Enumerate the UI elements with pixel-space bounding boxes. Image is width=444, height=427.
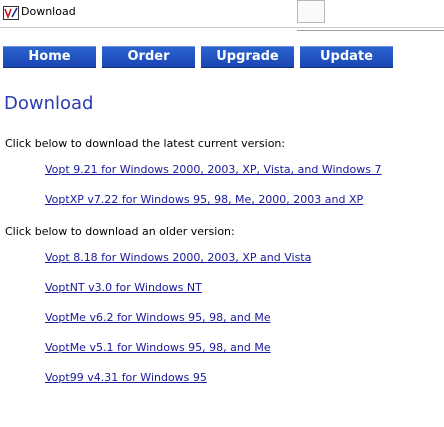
app-icon	[3, 5, 19, 20]
title-bar: Download	[0, 0, 444, 28]
download-link[interactable]: Vopt 9.21 for Windows 2000, 2003, XP, Vi…	[45, 163, 381, 177]
download-link[interactable]: Vopt99 v4.31 for Windows 95	[45, 371, 207, 385]
older-version-label: Click below to download an older version…	[5, 225, 235, 238]
download-link[interactable]: Vopt 8.18 for Windows 2000, 2003, XP and…	[45, 251, 311, 265]
nav-update-button[interactable]: Update	[300, 46, 393, 68]
nav-home-button[interactable]: Home	[3, 46, 96, 68]
nav-order-button[interactable]: Order	[102, 46, 195, 68]
download-link[interactable]: VoptNT v3.0 for Windows NT	[45, 281, 202, 295]
window-title: Download	[21, 5, 76, 18]
window-control-button[interactable]	[297, 0, 325, 23]
latest-version-label: Click below to download the latest curre…	[5, 137, 286, 150]
download-link[interactable]: VoptXP v7.22 for Windows 95, 98, Me, 200…	[45, 193, 363, 207]
download-link[interactable]: VoptMe v5.1 for Windows 95, 98, and Me	[45, 341, 271, 355]
download-link[interactable]: VoptMe v6.2 for Windows 95, 98, and Me	[45, 311, 271, 325]
page-title: Download	[4, 93, 94, 114]
divider	[297, 30, 444, 31]
nav-upgrade-button[interactable]: Upgrade	[201, 46, 294, 68]
